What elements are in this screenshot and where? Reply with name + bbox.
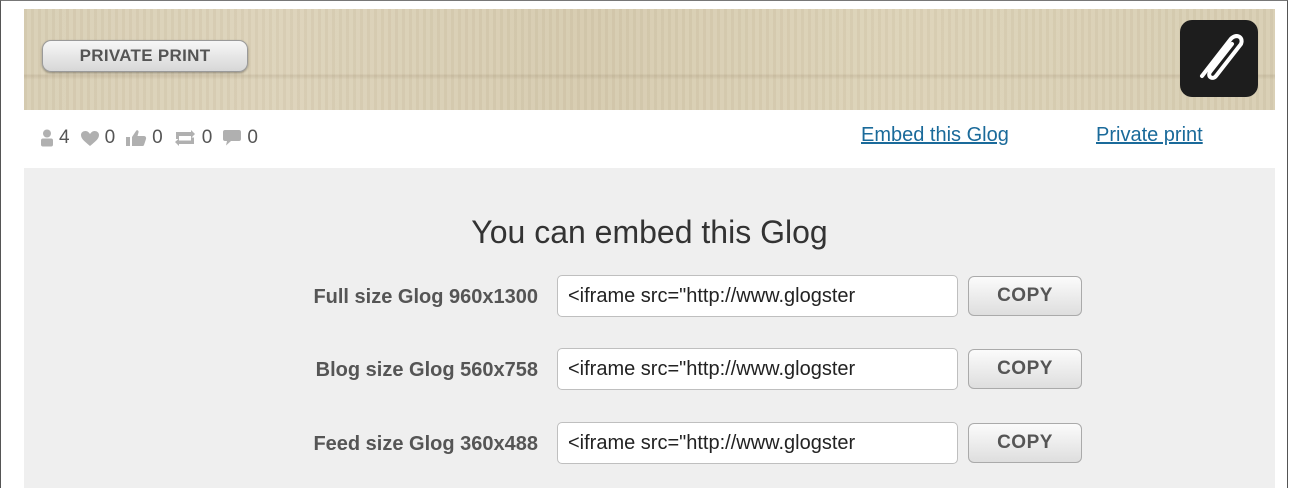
thumbs-up-icon	[126, 130, 147, 146]
embed-panel-title: You can embed this Glog	[471, 214, 828, 250]
reposts-count: 0	[201, 127, 213, 148]
embed-glog-link[interactable]: Embed this Glog	[861, 124, 1009, 147]
blog-size-embed-code-input[interactable]	[557, 348, 958, 390]
thumbs-stat[interactable]: 0	[125, 127, 163, 149]
feed-size-copy-button[interactable]: COPY	[968, 423, 1082, 463]
feed-size-embed-code-input[interactable]	[557, 422, 958, 464]
private-print-link[interactable]: Private print	[1096, 124, 1203, 147]
full-size-embed-code-input[interactable]	[557, 275, 958, 317]
full-size-label: Full size Glog 960x1300	[313, 286, 538, 308]
heart-icon	[80, 130, 99, 146]
user-icon	[41, 129, 53, 147]
feed-size-label: Feed size Glog 360x488	[313, 433, 538, 455]
views-stat: 4	[40, 127, 70, 149]
blog-size-copy-button[interactable]: COPY	[968, 349, 1082, 389]
likes-stat[interactable]: 0	[80, 127, 116, 149]
thumbs-count: 0	[152, 127, 163, 148]
private-print-button[interactable]: PRIVATE PRINT	[42, 40, 248, 72]
paperclip-icon	[1200, 34, 1244, 80]
blog-size-label: Blog size Glog 560x758	[315, 359, 538, 381]
embed-panel: You can embed this Glog Full size Glog 9…	[24, 168, 1275, 488]
comment-icon	[223, 130, 242, 146]
views-count: 4	[59, 127, 70, 148]
glog-stats-bar: 4 0 0 0 0	[40, 123, 268, 153]
full-size-copy-button[interactable]: COPY	[968, 276, 1082, 316]
likes-count: 0	[104, 127, 116, 148]
repost-icon	[174, 130, 195, 146]
comments-count: 0	[247, 127, 258, 148]
comments-stat[interactable]: 0	[222, 127, 258, 149]
reposts-stat[interactable]: 0	[173, 127, 213, 149]
attachment-button[interactable]	[1180, 20, 1258, 97]
